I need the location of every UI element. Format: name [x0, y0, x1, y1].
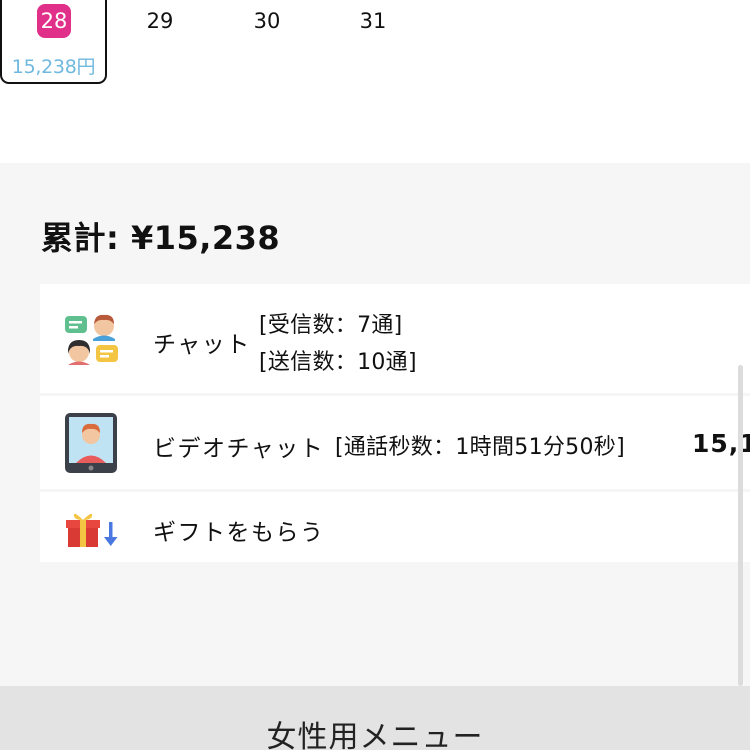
chat-row[interactable]: チャット [受信数：7通] [送信数：10通] [40, 284, 750, 393]
scrollbar[interactable] [738, 365, 743, 686]
call-duration: [通話秒数：1時間51分50秒] [335, 435, 625, 460]
video-chat-row[interactable]: ビデオチャット [通話秒数：1時間51分50秒] 15,1 [40, 396, 750, 489]
gift-row[interactable]: ギフトをもらう [40, 492, 750, 562]
gift-receive-icon [66, 513, 118, 547]
gift-label: ギフトをもらう [153, 520, 325, 546]
video-tablet-icon [65, 413, 117, 473]
chat-sent-count: [送信数：10通] [259, 350, 417, 375]
chat-label: チャット [153, 332, 251, 358]
calendar-day[interactable]: 31 [343, 9, 403, 33]
women-menu-label: 女性用メニュー [266, 720, 484, 750]
calendar-day[interactable]: 29 [130, 9, 190, 33]
calendar-day-selected[interactable]: 28 15,238円 [0, 0, 107, 84]
calendar-day[interactable]: 30 [237, 9, 297, 33]
total-earnings: 累計: ¥15,238 [41, 219, 281, 257]
video-chat-label: ビデオチャット [153, 436, 325, 462]
chat-people-icon [65, 314, 118, 365]
women-menu-bar[interactable]: 女性用メニュー [0, 686, 750, 750]
chat-received-count: [受信数：7通] [259, 313, 403, 338]
earnings-summary: 累計: ¥15,238 チャット [受信数：7通] [送信数：10通] ビデオチ… [0, 163, 750, 686]
selected-day-number: 28 [37, 4, 71, 38]
selected-day-amount: 15,238円 [11, 56, 96, 78]
calendar-strip: 28 15,238円 29 30 31 [0, 0, 750, 163]
